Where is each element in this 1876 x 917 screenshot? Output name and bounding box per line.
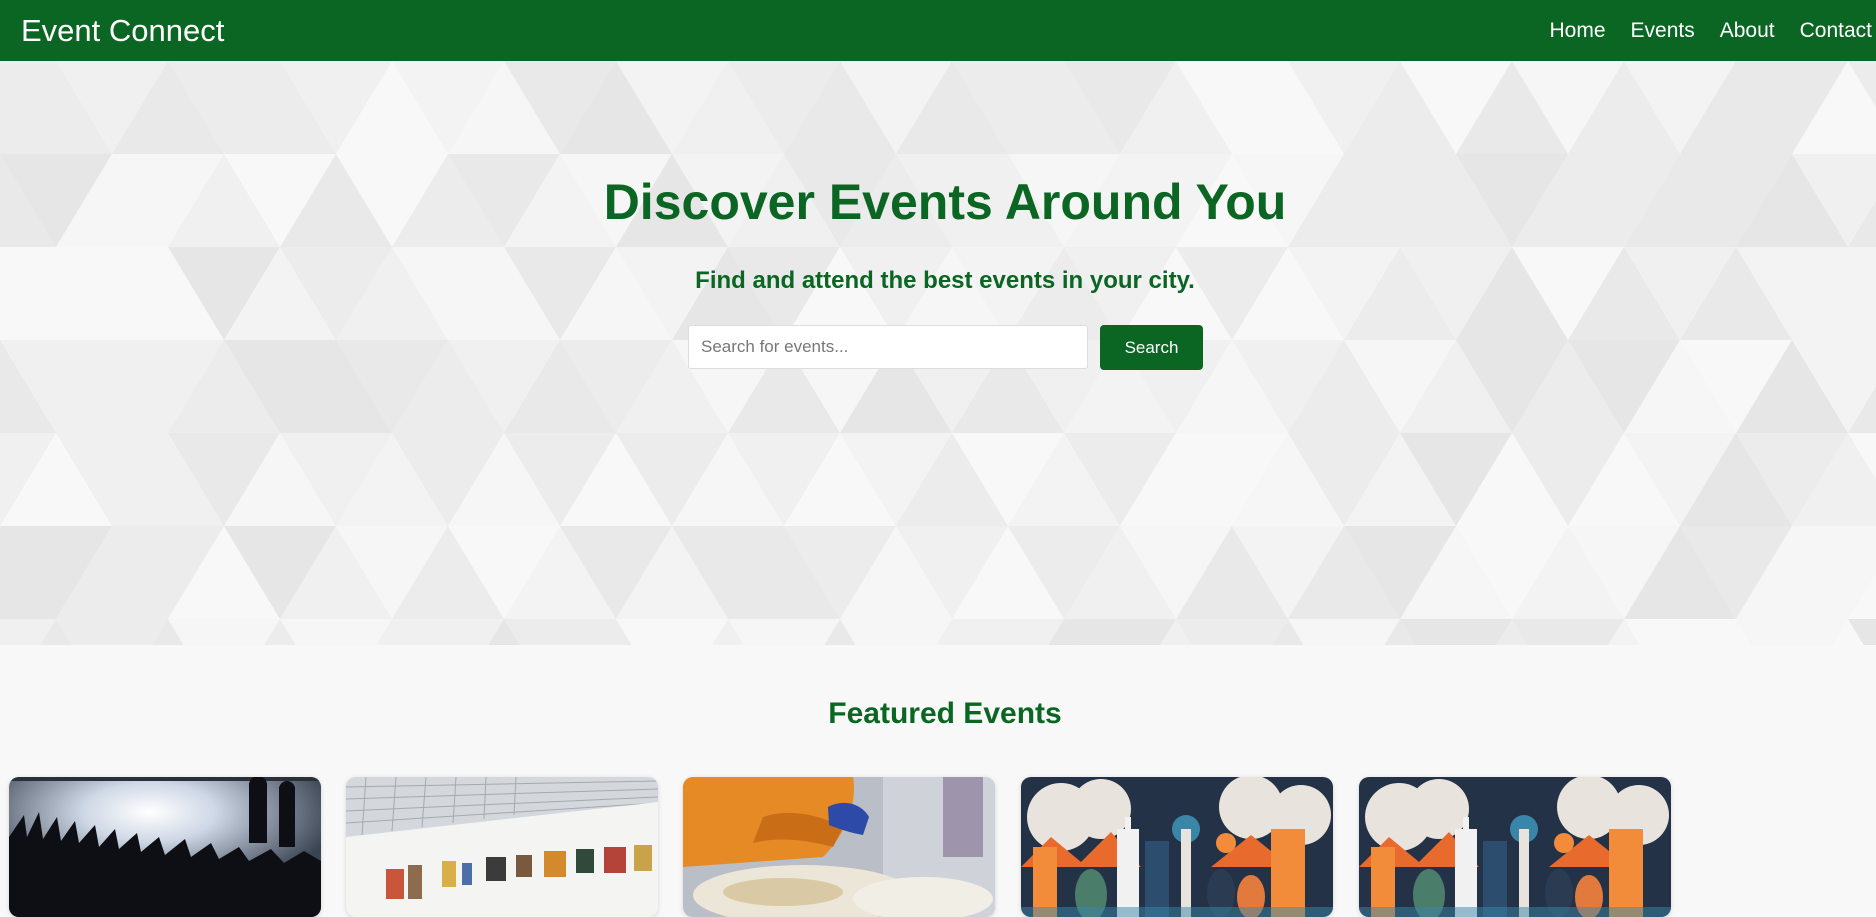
search-button[interactable]: Search: [1100, 325, 1203, 370]
nav-link-about[interactable]: About: [1720, 19, 1775, 43]
city-illustration-image: [1021, 777, 1333, 917]
event-card-city-2[interactable]: [1359, 777, 1671, 917]
concert-crowd-image: [9, 777, 321, 917]
hero-subtitle: Find and attend the best events in your …: [695, 267, 1195, 294]
event-card-concert[interactable]: [9, 777, 321, 917]
event-search-input[interactable]: [688, 325, 1088, 369]
event-card-city-1[interactable]: [1021, 777, 1333, 917]
event-card-food[interactable]: [683, 777, 995, 917]
food-serving-image: [683, 777, 995, 917]
top-navbar: Event Connect Home Events About Contact: [0, 0, 1876, 61]
nav-link-home[interactable]: Home: [1550, 19, 1606, 43]
nav-link-events[interactable]: Events: [1631, 19, 1695, 43]
featured-events-heading: Featured Events: [828, 697, 1062, 730]
art-gallery-image: [346, 777, 658, 917]
hero-title: Discover Events Around You: [603, 174, 1287, 230]
brand-logo-text[interactable]: Event Connect: [21, 13, 224, 49]
nav-link-contact[interactable]: Contact: [1800, 19, 1872, 43]
city-illustration-image: [1359, 777, 1671, 917]
main-nav: Home Events About Contact: [1525, 19, 1873, 43]
hero-section: Discover Events Around You Find and atte…: [0, 61, 1876, 645]
event-card-gallery[interactable]: [346, 777, 658, 917]
